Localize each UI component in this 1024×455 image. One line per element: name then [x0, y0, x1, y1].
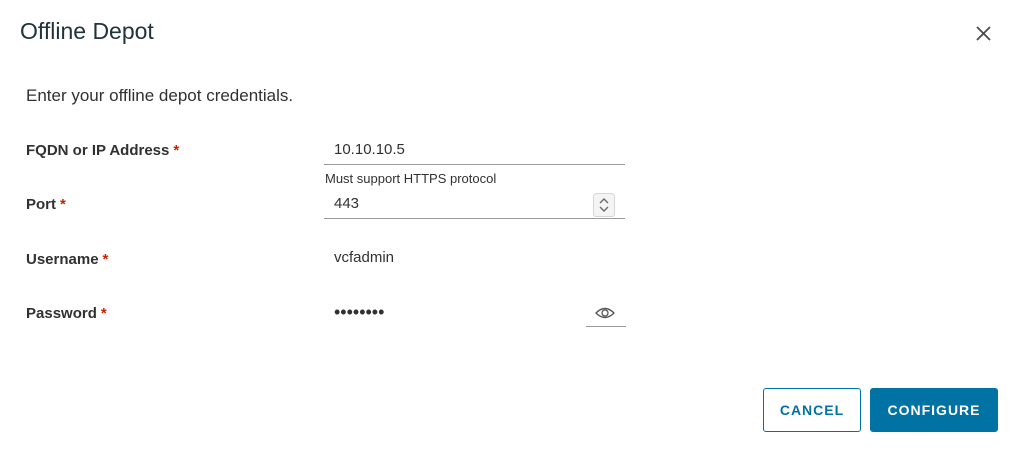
dialog-title: Offline Depot [20, 18, 154, 44]
required-mark: * [100, 305, 107, 322]
fqdn-helper-text: Must support HTTPS protocol [325, 171, 497, 186]
required-mark: * [102, 251, 109, 268]
configure-button[interactable]: CONFIGURE [870, 388, 998, 432]
cancel-button[interactable]: CANCEL [763, 388, 861, 432]
fqdn-input[interactable]: 10.10.10.5 [324, 138, 625, 165]
eye-icon [595, 307, 615, 319]
show-password-button[interactable] [586, 300, 626, 327]
close-button[interactable] [968, 18, 998, 48]
port-stepper[interactable] [593, 193, 615, 217]
stepper-icon [599, 198, 609, 212]
username-label: Username * [26, 251, 109, 268]
dialog-subtitle: Enter your offline depot credentials. [26, 86, 294, 105]
port-input[interactable]: 443 [324, 192, 625, 219]
close-icon [976, 26, 991, 41]
port-label: Port * [26, 196, 66, 213]
fqdn-label: FQDN or IP Address * [26, 142, 180, 159]
username-input[interactable]: vcfadmin [334, 249, 394, 266]
password-label: Password * [26, 305, 107, 322]
port-value: 443 [334, 195, 360, 212]
password-input[interactable]: •••••••• [334, 302, 384, 323]
offline-depot-dialog: Offline Depot Enter your offline depot c… [0, 0, 1024, 455]
required-mark: * [60, 196, 66, 213]
fqdn-value: 10.10.10.5 [334, 141, 405, 158]
required-mark: * [173, 142, 180, 159]
